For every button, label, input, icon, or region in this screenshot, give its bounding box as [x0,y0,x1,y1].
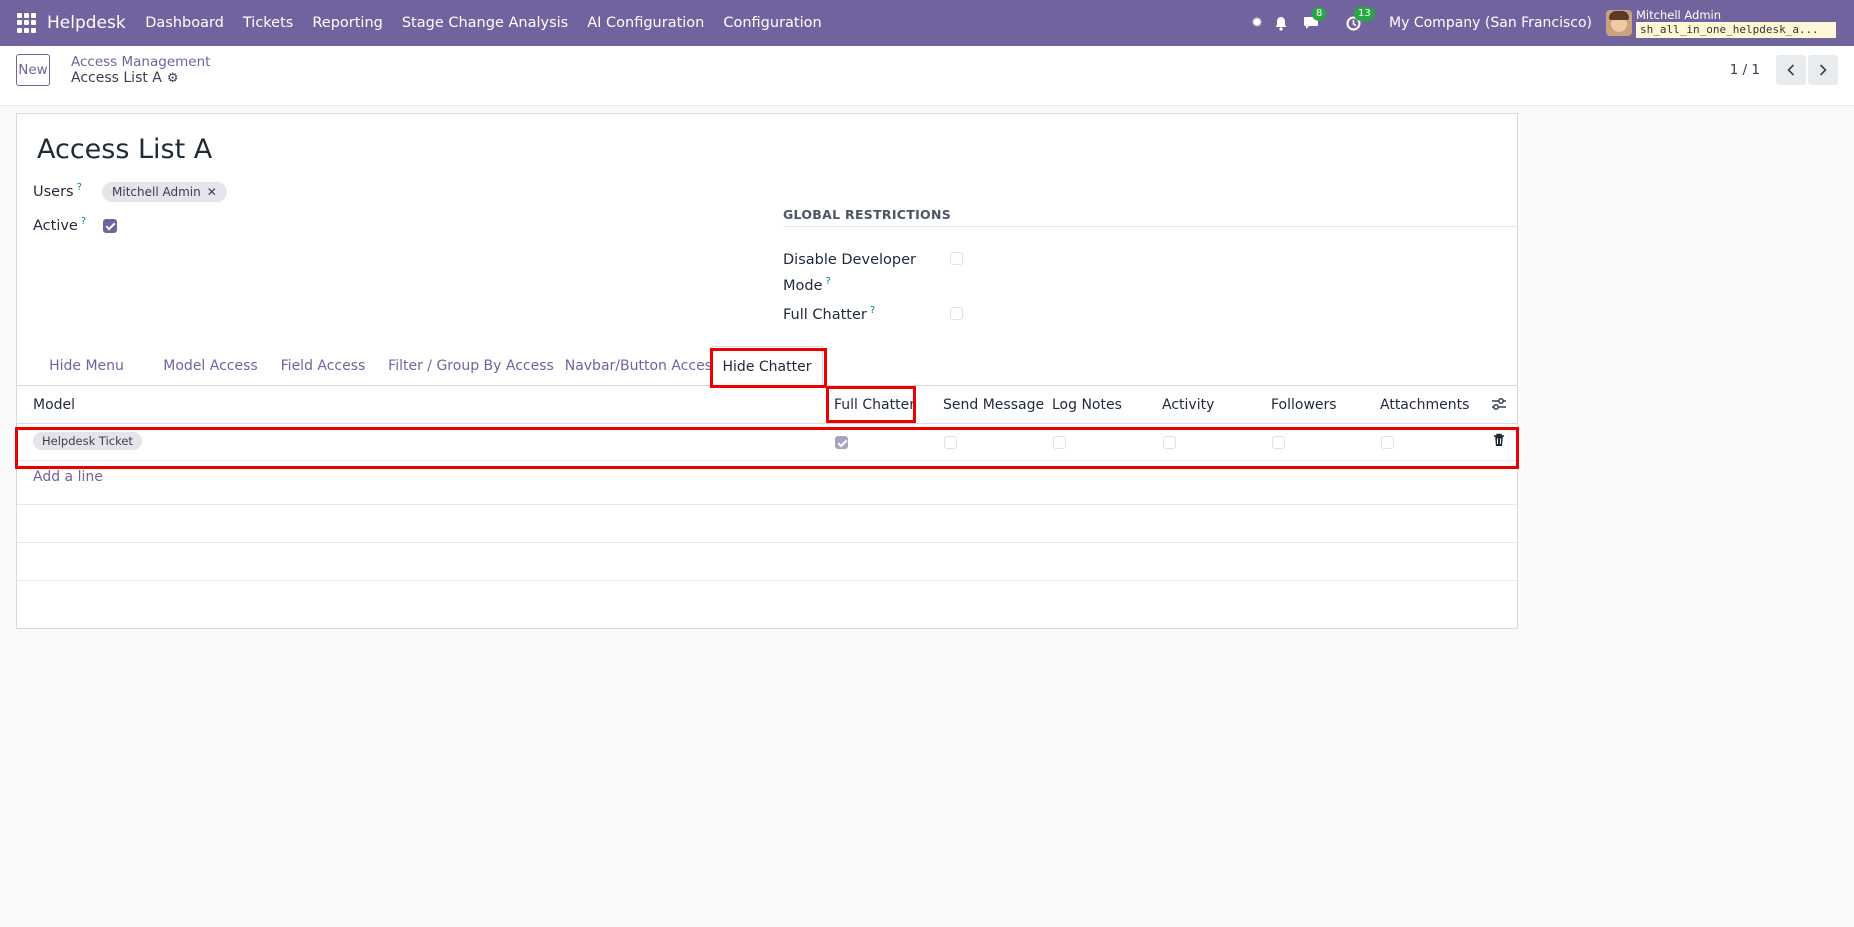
help-icon[interactable]: ? [81,216,86,227]
help-icon[interactable]: ? [826,276,831,287]
company-switcher[interactable]: My Company (San Francisco) [1389,15,1592,31]
new-button[interactable]: New [16,54,50,86]
database-name: sh_all_in_one_helpdesk_a... [1636,21,1836,38]
log-notes-cell-checkbox[interactable] [1053,436,1066,449]
tab-filter-group-by-access[interactable]: Filter / Group By Access [375,346,567,386]
column-log-notes[interactable]: Log Notes [1052,386,1122,424]
tab-model-access[interactable]: Model Access [147,346,274,386]
debug-bug-icon[interactable]: ✹ [1249,15,1265,31]
activities-count-badge: 13 [1354,7,1375,21]
user-tag: Mitchell Admin ✕ [102,182,227,202]
disable-dev-mode-checkbox[interactable] [950,252,963,265]
help-icon[interactable]: ? [870,305,875,316]
app-name[interactable]: Helpdesk [47,13,126,33]
main-menu: Dashboard Tickets Reporting Stage Change… [136,15,831,31]
form-sheet: Access List A Users? Mitchell Admin ✕ Act… [15,113,1519,629]
menu-stage-change-analysis[interactable]: Stage Change Analysis [402,15,568,31]
menu-dashboard[interactable]: Dashboard [145,15,224,31]
user-avatar[interactable] [1606,10,1632,36]
help-icon[interactable]: ? [77,182,82,193]
pager: 1 / 1 [1730,55,1838,85]
model-tag[interactable]: Helpdesk Ticket [33,432,142,450]
column-attachments[interactable]: Attachments [1380,386,1469,424]
table-row[interactable]: Helpdesk Ticket [17,424,1517,461]
delete-row-trash-icon[interactable] [1493,433,1505,447]
column-full-chatter[interactable]: Full Chatter [834,386,915,424]
empty-row-divider [17,542,1517,543]
full-chatter-checkbox[interactable] [950,307,963,320]
attachments-cell-checkbox[interactable] [1381,436,1394,449]
menu-ai-configuration[interactable]: AI Configuration [587,15,704,31]
column-send-message[interactable]: Send Message [943,386,1044,424]
bell-icon[interactable] [1273,15,1289,31]
full-chatter-label: Full Chatter? [783,305,876,323]
activity-cell-checkbox[interactable] [1163,436,1176,449]
menu-tickets[interactable]: Tickets [243,15,293,31]
table-header: Model Full Chatter Send Message Log Note… [17,386,1517,424]
pager-next-icon[interactable] [1808,55,1838,85]
app-menu-icon[interactable] [17,13,37,33]
tab-hide-menu[interactable]: Hide Menu [35,346,138,386]
users-label: Users? [33,182,82,200]
top-navbar: Helpdesk Dashboard Tickets Reporting Sta… [0,0,1854,46]
user-menu[interactable]: Mitchell Admin sh_all_in_one_helpdesk_a.… [1636,9,1836,38]
breadcrumb-access-management[interactable]: Access Management [71,54,210,70]
navbar-systray: ✹ 8 13 My Company (San Francisco) Mitche… [1245,0,1854,46]
menu-reporting[interactable]: Reporting [312,15,383,31]
gear-icon[interactable]: ⚙ [167,71,179,86]
remove-tag-icon[interactable]: ✕ [207,185,217,199]
send-message-cell-checkbox[interactable] [944,436,957,449]
pager-value[interactable]: 1 / 1 [1730,62,1760,78]
pager-previous-icon[interactable] [1776,55,1806,85]
user-name: Mitchell Admin [1636,7,1722,22]
messages-icon[interactable]: 8 [1303,7,1327,31]
followers-cell-checkbox[interactable] [1272,436,1285,449]
activities-clock-icon[interactable]: 13 [1345,7,1375,31]
optional-columns-icon[interactable] [1491,397,1507,415]
empty-row-divider [17,504,1517,505]
notebook-tabs: Hide Menu Model Access Field Access Filt… [17,346,1517,387]
column-model[interactable]: Model [33,386,75,424]
full-chatter-cell-checkbox[interactable] [835,436,848,449]
add-a-line-link[interactable]: Add a line [33,469,103,485]
tab-hide-chatter[interactable]: Hide Chatter [711,346,823,387]
record-title[interactable]: Access List A [37,134,212,165]
control-panel: New Access Management Access List A ⚙ 1 /… [0,46,1854,106]
active-checkbox[interactable] [103,219,117,233]
empty-row-divider [17,580,1517,581]
column-activity[interactable]: Activity [1162,386,1214,424]
tab-field-access[interactable]: Field Access [267,346,379,386]
messages-count-badge: 8 [1312,7,1327,21]
menu-configuration[interactable]: Configuration [723,15,821,31]
disable-dev-mode-label: Disable Developer Mode? [783,252,916,294]
tab-navbar-button-access[interactable]: Navbar/Button Access [557,346,727,386]
section-divider [783,226,1519,227]
active-label: Active? [33,216,87,234]
global-restrictions-title: GLOBAL RESTRICTIONS [783,207,952,222]
breadcrumb-current: Access List A ⚙ [71,70,179,86]
record-name: Access List A [71,70,162,86]
column-followers[interactable]: Followers [1271,386,1337,424]
